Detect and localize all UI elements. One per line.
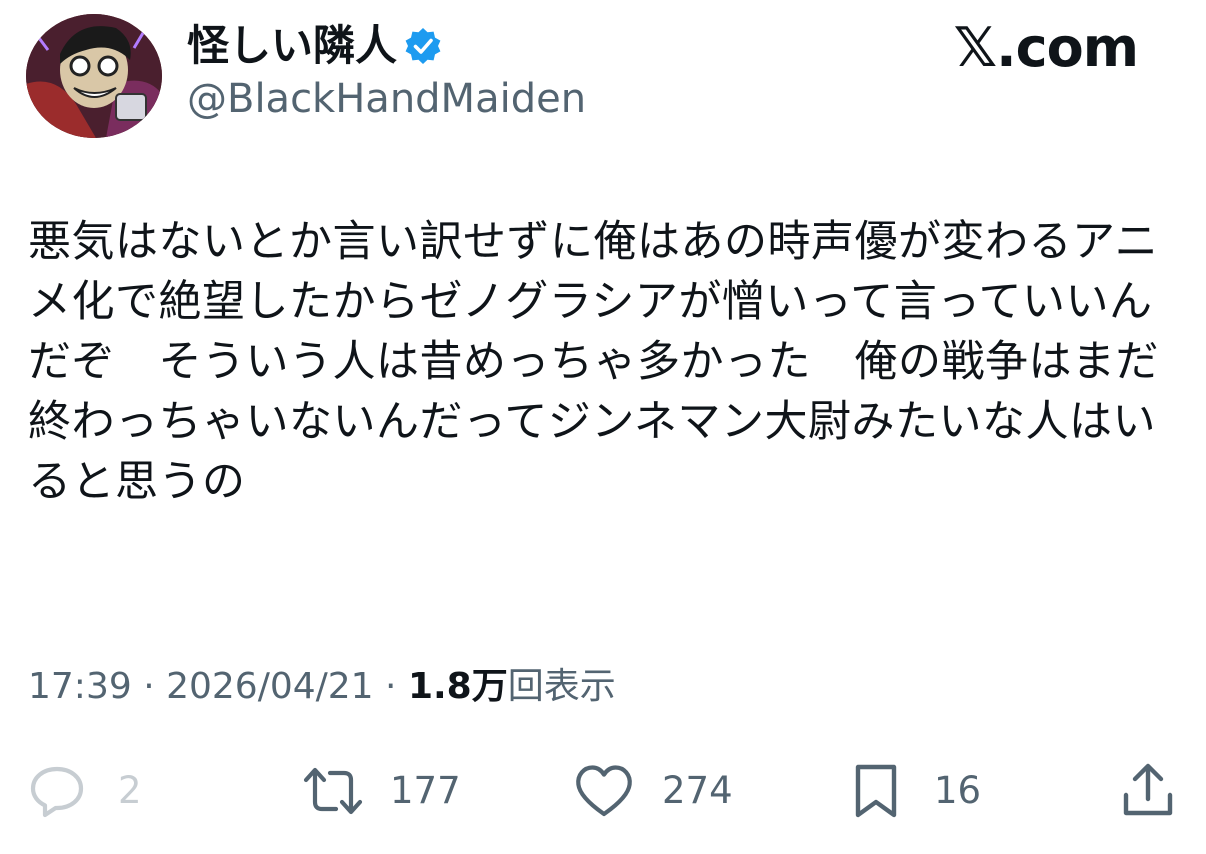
reply-icon <box>30 766 84 818</box>
action-bar: 2 177 274 16 <box>0 758 1206 824</box>
like-button[interactable]: 274 <box>574 758 733 824</box>
avatar-image <box>26 14 162 138</box>
verified-badge-icon <box>403 26 443 66</box>
share-icon <box>1123 763 1173 816</box>
meta-separator: · <box>373 666 408 707</box>
reply-button[interactable]: 2 <box>28 758 142 824</box>
display-name[interactable]: 怪しい隣人 <box>187 20 397 72</box>
meta-separator: · <box>131 666 167 707</box>
share-button[interactable] <box>1120 758 1176 824</box>
repost-icon <box>303 767 363 815</box>
repost-button[interactable]: 177 <box>302 758 461 824</box>
bookmark-icon <box>855 764 897 818</box>
tweet-text: 悪気はないとか言い訳せずに俺はあの時声優が変わるアニメ化で絶望したからゼノグラシ… <box>28 217 1159 507</box>
views-count: 1.8万 <box>407 666 508 707</box>
user-handle[interactable]: @BlackHandMaiden <box>187 74 586 124</box>
views-label: 回表示 <box>507 666 616 707</box>
repost-count: 177 <box>390 769 461 812</box>
tweet-time[interactable]: 17:39 <box>28 666 132 707</box>
avatar[interactable] <box>26 14 162 138</box>
bookmark-count: 16 <box>934 769 982 812</box>
tweet-meta: 17:39 · 2026/04/21 · 1.8万回表示 <box>28 664 616 710</box>
bookmark-button[interactable]: 16 <box>852 758 981 824</box>
like-count: 274 <box>662 769 733 812</box>
reply-count: 2 <box>118 769 142 812</box>
x-com-logo: 𝕏.com <box>953 16 1139 79</box>
display-name-row[interactable]: 怪しい隣人 <box>187 20 443 72</box>
heart-icon <box>576 765 632 817</box>
tweet-date[interactable]: 2026/04/21 <box>166 666 374 707</box>
